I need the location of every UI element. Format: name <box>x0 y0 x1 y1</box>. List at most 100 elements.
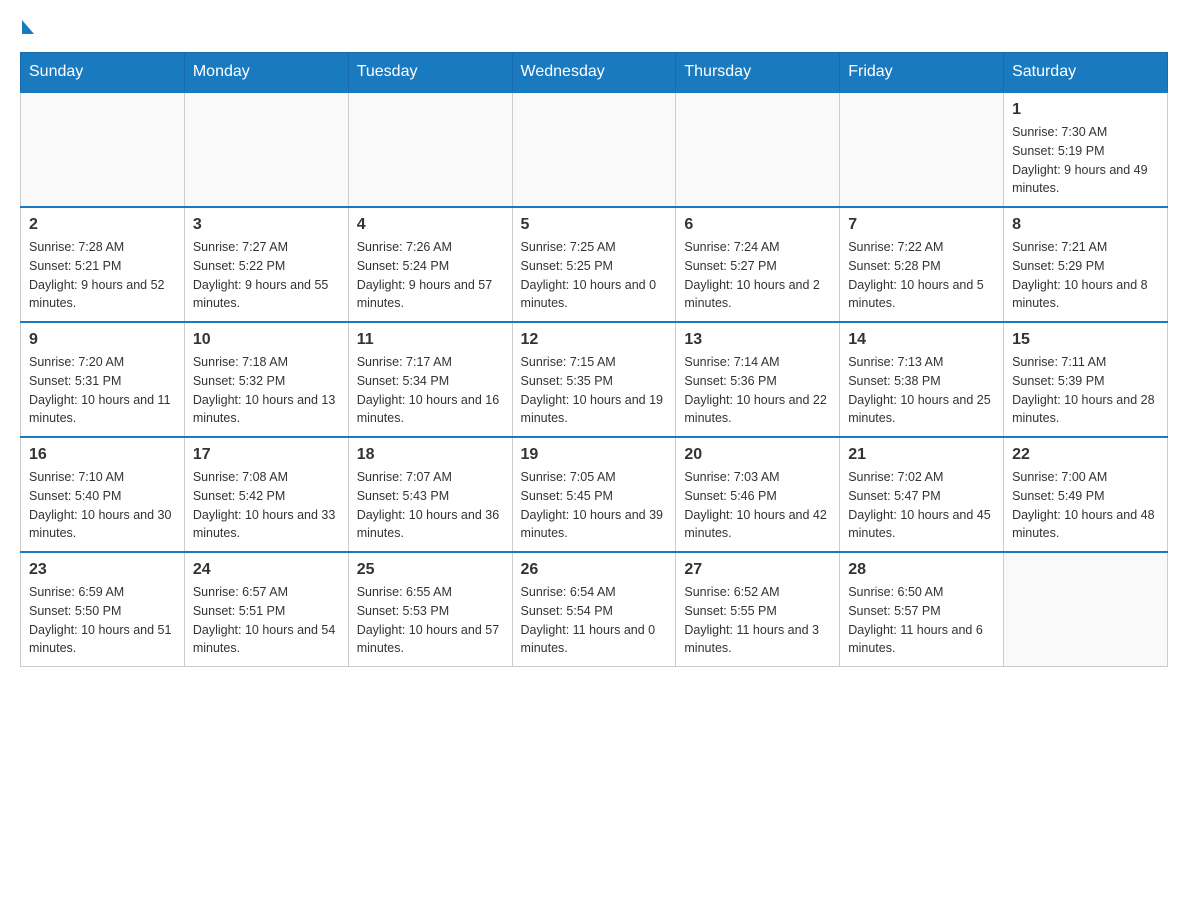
day-info: Sunrise: 6:52 AMSunset: 5:55 PMDaylight:… <box>684 583 831 658</box>
day-info: Sunrise: 7:13 AMSunset: 5:38 PMDaylight:… <box>848 353 995 428</box>
calendar-cell <box>1004 552 1168 667</box>
day-info: Sunrise: 7:05 AMSunset: 5:45 PMDaylight:… <box>521 468 668 543</box>
day-number: 27 <box>684 561 831 579</box>
day-info: Sunrise: 7:24 AMSunset: 5:27 PMDaylight:… <box>684 238 831 313</box>
day-info: Sunrise: 7:20 AMSunset: 5:31 PMDaylight:… <box>29 353 176 428</box>
weekday-header-saturday: Saturday <box>1004 53 1168 93</box>
weekday-header-friday: Friday <box>840 53 1004 93</box>
day-number: 26 <box>521 561 668 579</box>
day-number: 28 <box>848 561 995 579</box>
week-row-4: 16 Sunrise: 7:10 AMSunset: 5:40 PMDayligh… <box>21 437 1168 552</box>
calendar-cell <box>512 92 676 207</box>
day-number: 6 <box>684 216 831 234</box>
day-info: Sunrise: 7:03 AMSunset: 5:46 PMDaylight:… <box>684 468 831 543</box>
calendar-cell: 17Sunrise: 7:08 AMSunset: 5:42 PMDayligh… <box>184 437 348 552</box>
calendar-cell: 21 Sunrise: 7:02 AMSunset: 5:47 PMDayligh… <box>840 437 1004 552</box>
calendar-cell: 13 Sunrise: 7:14 AMSunset: 5:36 PMDayligh… <box>676 322 840 437</box>
calendar-cell: 26 Sunrise: 6:54 AMSunset: 5:54 PMDayligh… <box>512 552 676 667</box>
calendar-cell: 19 Sunrise: 7:05 AMSunset: 5:45 PMDayligh… <box>512 437 676 552</box>
day-number: 24 <box>193 561 340 579</box>
day-number: 21 <box>848 446 995 464</box>
day-info: Sunrise: 7:00 AMSunset: 5:49 PMDaylight:… <box>1012 468 1159 543</box>
week-row-3: 9 Sunrise: 7:20 AMSunset: 5:31 PMDaylight… <box>21 322 1168 437</box>
calendar-cell: 22Sunrise: 7:00 AMSunset: 5:49 PMDayligh… <box>1004 437 1168 552</box>
day-number: 15 <box>1012 331 1159 349</box>
calendar-cell: 25 Sunrise: 6:55 AMSunset: 5:53 PMDayligh… <box>348 552 512 667</box>
calendar-cell: 24 Sunrise: 6:57 AMSunset: 5:51 PMDayligh… <box>184 552 348 667</box>
weekday-header-monday: Monday <box>184 53 348 93</box>
calendar-cell <box>184 92 348 207</box>
calendar-cell: 12 Sunrise: 7:15 AMSunset: 5:35 PMDayligh… <box>512 322 676 437</box>
day-info: Sunrise: 7:18 AMSunset: 5:32 PMDaylight:… <box>193 353 340 428</box>
calendar-cell: 3Sunrise: 7:27 AMSunset: 5:22 PMDaylight… <box>184 207 348 322</box>
weekday-header-tuesday: Tuesday <box>348 53 512 93</box>
day-info: Sunrise: 6:59 AMSunset: 5:50 PMDaylight:… <box>29 583 176 658</box>
calendar-cell: 5 Sunrise: 7:25 AMSunset: 5:25 PMDaylight… <box>512 207 676 322</box>
calendar-cell: 9 Sunrise: 7:20 AMSunset: 5:31 PMDaylight… <box>21 322 185 437</box>
calendar-cell: 10 Sunrise: 7:18 AMSunset: 5:32 PMDayligh… <box>184 322 348 437</box>
day-info: Sunrise: 7:10 AMSunset: 5:40 PMDaylight:… <box>29 468 176 543</box>
day-info: Sunrise: 7:25 AMSunset: 5:25 PMDaylight:… <box>521 238 668 313</box>
day-info: Sunrise: 6:57 AMSunset: 5:51 PMDaylight:… <box>193 583 340 658</box>
day-number: 23 <box>29 561 176 579</box>
calendar-table: SundayMondayTuesdayWednesdayThursdayFrid… <box>20 52 1168 667</box>
day-info: Sunrise: 7:30 AMSunset: 5:19 PMDaylight:… <box>1012 123 1159 198</box>
day-number: 2 <box>29 216 176 234</box>
calendar-cell: 15 Sunrise: 7:11 AMSunset: 5:39 PMDayligh… <box>1004 322 1168 437</box>
calendar-cell: 23 Sunrise: 6:59 AMSunset: 5:50 PMDayligh… <box>21 552 185 667</box>
calendar-cell: 16 Sunrise: 7:10 AMSunset: 5:40 PMDayligh… <box>21 437 185 552</box>
day-number: 18 <box>357 446 504 464</box>
weekday-header-row: SundayMondayTuesdayWednesdayThursdayFrid… <box>21 53 1168 93</box>
calendar-cell: 1 Sunrise: 7:30 AMSunset: 5:19 PMDaylight… <box>1004 92 1168 207</box>
weekday-header-thursday: Thursday <box>676 53 840 93</box>
calendar-cell: 18 Sunrise: 7:07 AMSunset: 5:43 PMDayligh… <box>348 437 512 552</box>
calendar-cell <box>840 92 1004 207</box>
logo-triangle-icon <box>22 20 34 34</box>
day-info: Sunrise: 7:26 AMSunset: 5:24 PMDaylight:… <box>357 238 504 313</box>
calendar-cell: 4Sunrise: 7:26 AMSunset: 5:24 PMDaylight… <box>348 207 512 322</box>
day-info: Sunrise: 6:55 AMSunset: 5:53 PMDaylight:… <box>357 583 504 658</box>
day-number: 12 <box>521 331 668 349</box>
day-info: Sunrise: 7:14 AMSunset: 5:36 PMDaylight:… <box>684 353 831 428</box>
day-info: Sunrise: 7:07 AMSunset: 5:43 PMDaylight:… <box>357 468 504 543</box>
day-info: Sunrise: 7:15 AMSunset: 5:35 PMDaylight:… <box>521 353 668 428</box>
page-header <box>20 20 1168 42</box>
week-row-2: 2Sunrise: 7:28 AMSunset: 5:21 PMDaylight… <box>21 207 1168 322</box>
day-number: 13 <box>684 331 831 349</box>
day-info: Sunrise: 6:50 AMSunset: 5:57 PMDaylight:… <box>848 583 995 658</box>
day-number: 20 <box>684 446 831 464</box>
day-info: Sunrise: 7:21 AMSunset: 5:29 PMDaylight:… <box>1012 238 1159 313</box>
calendar-cell <box>348 92 512 207</box>
day-number: 25 <box>357 561 504 579</box>
day-number: 16 <box>29 446 176 464</box>
day-info: Sunrise: 7:22 AMSunset: 5:28 PMDaylight:… <box>848 238 995 313</box>
day-number: 7 <box>848 216 995 234</box>
day-info: Sunrise: 7:17 AMSunset: 5:34 PMDaylight:… <box>357 353 504 428</box>
day-info: Sunrise: 7:02 AMSunset: 5:47 PMDaylight:… <box>848 468 995 543</box>
day-number: 3 <box>193 216 340 234</box>
calendar-cell: 7 Sunrise: 7:22 AMSunset: 5:28 PMDaylight… <box>840 207 1004 322</box>
day-info: Sunrise: 7:11 AMSunset: 5:39 PMDaylight:… <box>1012 353 1159 428</box>
calendar-cell: 14 Sunrise: 7:13 AMSunset: 5:38 PMDayligh… <box>840 322 1004 437</box>
weekday-header-sunday: Sunday <box>21 53 185 93</box>
weekday-header-wednesday: Wednesday <box>512 53 676 93</box>
day-number: 8 <box>1012 216 1159 234</box>
calendar-cell: 6 Sunrise: 7:24 AMSunset: 5:27 PMDaylight… <box>676 207 840 322</box>
day-number: 14 <box>848 331 995 349</box>
day-number: 9 <box>29 331 176 349</box>
calendar-cell: 20 Sunrise: 7:03 AMSunset: 5:46 PMDayligh… <box>676 437 840 552</box>
calendar-cell <box>21 92 185 207</box>
day-info: Sunrise: 7:08 AMSunset: 5:42 PMDaylight:… <box>193 468 340 543</box>
day-number: 10 <box>193 331 340 349</box>
day-number: 19 <box>521 446 668 464</box>
week-row-1: 1 Sunrise: 7:30 AMSunset: 5:19 PMDaylight… <box>21 92 1168 207</box>
calendar-cell: 27 Sunrise: 6:52 AMSunset: 5:55 PMDayligh… <box>676 552 840 667</box>
day-info: Sunrise: 6:54 AMSunset: 5:54 PMDaylight:… <box>521 583 668 658</box>
calendar-cell: 2Sunrise: 7:28 AMSunset: 5:21 PMDaylight… <box>21 207 185 322</box>
day-number: 5 <box>521 216 668 234</box>
calendar-cell: 11Sunrise: 7:17 AMSunset: 5:34 PMDayligh… <box>348 322 512 437</box>
day-number: 1 <box>1012 101 1159 119</box>
calendar-cell: 28 Sunrise: 6:50 AMSunset: 5:57 PMDayligh… <box>840 552 1004 667</box>
logo <box>20 20 34 42</box>
calendar-cell <box>676 92 840 207</box>
